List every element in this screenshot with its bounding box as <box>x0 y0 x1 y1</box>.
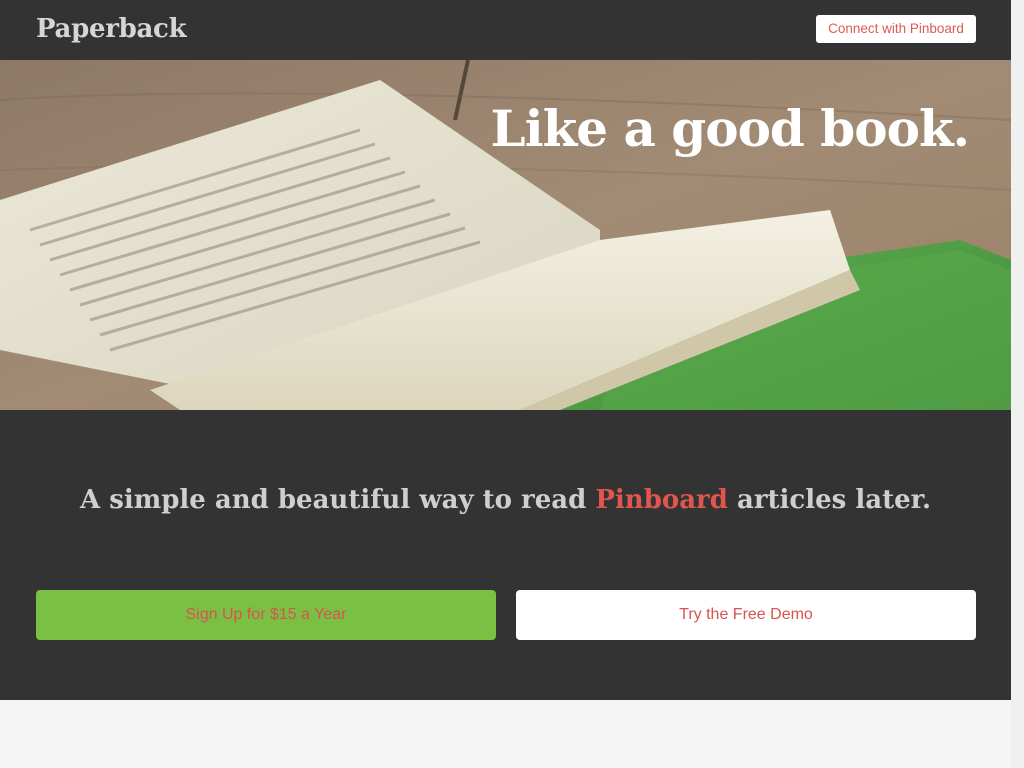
tagline-text-after: articles later. <box>727 485 931 515</box>
logo[interactable]: Paperback <box>36 11 187 47</box>
connect-with-pinboard-button[interactable]: Connect with Pinboard <box>816 15 976 43</box>
hero-heading: Like a good book. <box>490 99 970 158</box>
tagline-pinboard-highlight: Pinboard <box>595 485 728 515</box>
top-bar: Paperback Connect with Pinboard <box>0 0 1011 60</box>
tagline-text-before: A simple and beautiful way to read <box>79 485 596 515</box>
hero-banner: Like a good book. <box>0 60 1011 410</box>
intro-section: A simple and beautiful way to read Pinbo… <box>0 410 1011 700</box>
free-demo-button[interactable]: Try the Free Demo <box>516 590 976 640</box>
tagline: A simple and beautiful way to read Pinbo… <box>0 482 1011 518</box>
signup-button[interactable]: Sign Up for $15 a Year <box>36 590 496 640</box>
scrollbar[interactable] <box>1011 0 1024 768</box>
